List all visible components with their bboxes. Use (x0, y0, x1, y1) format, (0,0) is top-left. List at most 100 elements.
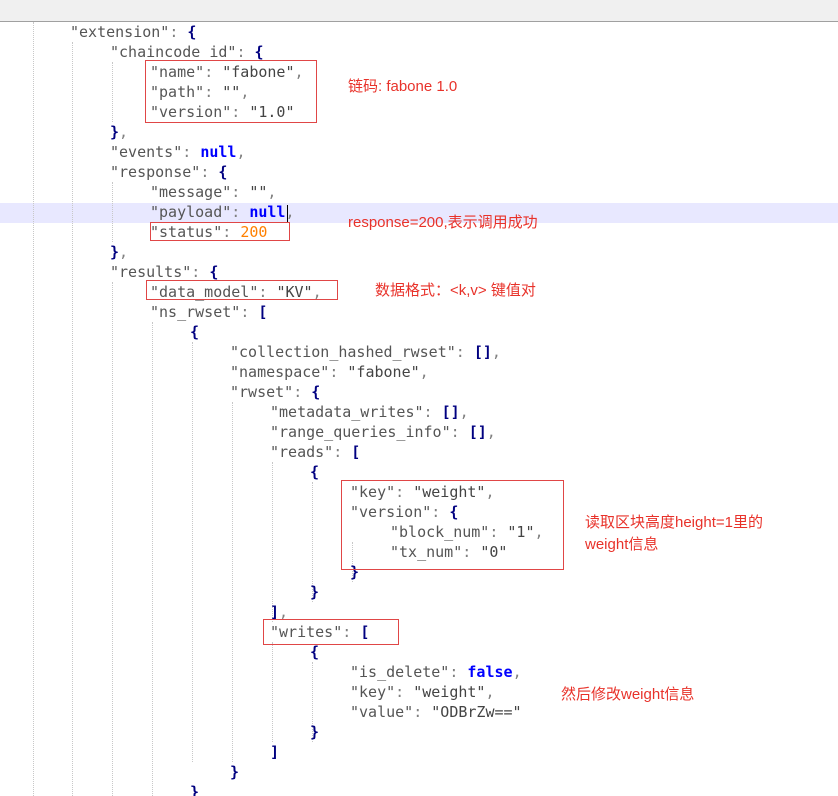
code-token: : (236, 43, 255, 61)
code-token: ] (270, 743, 280, 761)
code-token: "ODBrZw==" (431, 703, 522, 721)
code-line[interactable]: { (190, 322, 199, 342)
code-token: } (110, 123, 120, 141)
code-token: } (230, 763, 240, 781)
code-token: : (240, 303, 259, 321)
code-token: false (467, 663, 513, 681)
code-token: { (254, 43, 264, 61)
code-token: : (200, 163, 219, 181)
code-token: { (311, 383, 321, 401)
text-cursor (287, 205, 288, 222)
code-line[interactable]: "message": "", (150, 182, 276, 202)
code-token: { (310, 463, 320, 481)
code-line[interactable]: "rwset": { (230, 382, 320, 402)
code-token: , (485, 683, 495, 701)
code-token: : (449, 663, 468, 681)
editor-top-bar (0, 0, 838, 22)
code-line[interactable]: "namespace": "fabone", (230, 362, 429, 382)
response-annotation: response=200,表示调用成功 (348, 214, 538, 231)
code-token: "collection_hashed_rwset" (230, 343, 456, 361)
code-token: } (190, 783, 200, 796)
code-line[interactable]: "response": { (110, 162, 227, 182)
code-line[interactable]: "value": "ODBrZw==" (350, 702, 522, 722)
code-line[interactable]: "key": "weight", (350, 682, 495, 702)
code-token: { (218, 163, 228, 181)
code-line[interactable]: "events": null, (110, 142, 245, 162)
code-token: : (293, 383, 312, 401)
code-token: , (236, 143, 246, 161)
code-token: : (423, 403, 442, 421)
code-token: "extension" (70, 23, 170, 41)
indent-guide (272, 642, 273, 742)
code-line[interactable]: "chaincode_id": { (110, 42, 264, 62)
code-token: , (119, 123, 129, 141)
code-token: "weight" (413, 683, 486, 701)
code-token: "reads" (270, 443, 334, 461)
reads-highlight-box (341, 480, 564, 570)
code-token: , (119, 243, 129, 261)
code-line[interactable]: ] (270, 742, 279, 762)
code-token: : (191, 263, 210, 281)
code-token: null (200, 143, 237, 161)
code-token: "" (249, 183, 268, 201)
code-token: , (486, 423, 496, 441)
code-token: { (310, 643, 320, 661)
code-line[interactable]: "metadata_writes": [], (270, 402, 469, 422)
code-token: "is_delete" (350, 663, 450, 681)
code-token: : (231, 183, 250, 201)
code-line[interactable]: } (190, 782, 199, 796)
writes-highlight-box (263, 619, 399, 645)
reads-annotation-line-1: 读取区块高度height=1里的 (585, 514, 763, 531)
code-line[interactable]: "results": { (110, 262, 218, 282)
indent-guide (192, 342, 193, 762)
code-token: "rwset" (230, 383, 294, 401)
code-token: : (333, 443, 352, 461)
code-token: , (512, 663, 522, 681)
indent-guide (152, 322, 153, 796)
code-token: [] (468, 423, 487, 441)
code-line[interactable]: "is_delete": false, (350, 662, 522, 682)
code-token: : (169, 23, 188, 41)
code-line[interactable]: } (310, 722, 319, 742)
code-editor[interactable]: "extension": {"chaincode_id": {"name": "… (0, 22, 838, 796)
code-line[interactable]: { (310, 642, 319, 662)
code-line[interactable]: "payload": null, (150, 202, 295, 222)
code-line[interactable]: "extension": { (70, 22, 196, 42)
code-token: : (231, 203, 250, 221)
code-token: [ (351, 443, 361, 461)
data-model-highlight-box (146, 280, 338, 300)
code-token: "value" (350, 703, 414, 721)
code-line[interactable]: "range_queries_info": [], (270, 422, 496, 442)
indent-guide (272, 462, 273, 622)
data-model-annotation: 数据格式：<k,v> 键值对 (375, 282, 536, 299)
code-token: , (267, 183, 277, 201)
code-line[interactable]: "collection_hashed_rwset": [], (230, 342, 501, 362)
code-token: : (450, 423, 469, 441)
code-line[interactable]: }, (110, 122, 128, 142)
code-token: "chaincode_id" (110, 43, 237, 61)
code-token: , (491, 343, 501, 361)
code-line[interactable]: "ns_rwset": [ (150, 302, 267, 322)
chaincode-highlight-box (145, 60, 317, 123)
code-line[interactable]: }, (110, 242, 128, 262)
code-token: : (182, 143, 201, 161)
code-line[interactable]: } (230, 762, 239, 782)
indent-guide (33, 22, 34, 796)
status-highlight-box (150, 222, 290, 241)
reads-annotation-line-2: weight信息 (585, 536, 659, 553)
code-token: [ (258, 303, 268, 321)
code-line[interactable]: } (310, 582, 319, 602)
code-line[interactable]: "reads": [ (270, 442, 360, 462)
code-token: , (459, 403, 469, 421)
indent-guide (112, 282, 113, 796)
code-token: { (190, 323, 200, 341)
code-token: "fabone" (347, 363, 420, 381)
indent-guide (72, 42, 73, 796)
code-token: } (110, 243, 120, 261)
code-token: : (455, 343, 474, 361)
code-token: , (419, 363, 429, 381)
code-token: { (209, 263, 219, 281)
code-line[interactable]: { (310, 462, 319, 482)
code-token: "range_queries_info" (270, 423, 451, 441)
code-token: : (329, 363, 348, 381)
